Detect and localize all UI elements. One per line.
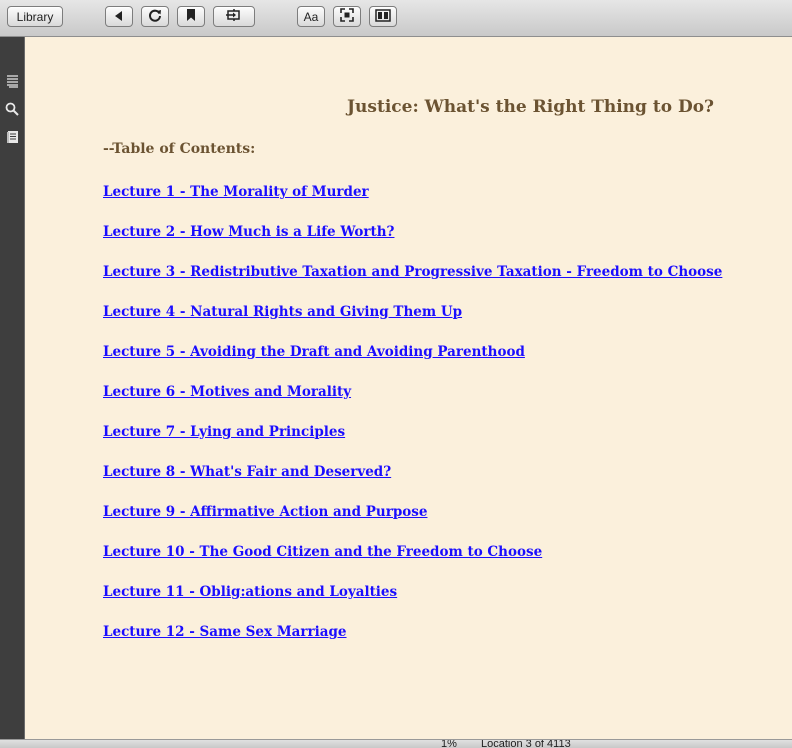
toc-link-lecture-12[interactable]: Lecture 12 - Same Sex Marriage bbox=[103, 624, 347, 640]
two-page-view-button[interactable] bbox=[369, 6, 397, 27]
toc-item: Lecture 7 - Lying and Principles bbox=[103, 422, 722, 462]
go-to-button[interactable] bbox=[213, 6, 255, 27]
toc-item: Lecture 2 - How Much is a Life Worth? bbox=[103, 222, 722, 262]
sidebar bbox=[0, 37, 24, 739]
toc-link-lecture-6[interactable]: Lecture 6 - Motives and Morality bbox=[103, 384, 351, 400]
toc-link-lecture-5[interactable]: Lecture 5 - Avoiding the Draft and Avoid… bbox=[103, 344, 525, 360]
fullscreen-button[interactable] bbox=[333, 6, 361, 27]
toc-list-icon[interactable] bbox=[4, 73, 20, 89]
toc-heading: --Table of Contents: bbox=[103, 141, 256, 157]
toc-item: Lecture 6 - Motives and Morality bbox=[103, 382, 722, 422]
toc-link-lecture-10[interactable]: Lecture 10 - The Good Citizen and the Fr… bbox=[103, 544, 542, 560]
toc-link-lecture-3[interactable]: Lecture 3 - Redistributive Taxation and … bbox=[103, 264, 722, 280]
toc-item: Lecture 9 - Affirmative Action and Purpo… bbox=[103, 502, 722, 542]
sync-button[interactable] bbox=[141, 6, 169, 27]
toc-item: Lecture 8 - What's Fair and Deserved? bbox=[103, 462, 722, 502]
toc-item: Lecture 1 - The Morality of Murder bbox=[103, 182, 722, 222]
bookmark-icon bbox=[185, 7, 197, 26]
book-page: Justice: What's the Right Thing to Do? -… bbox=[25, 37, 792, 739]
toc-link-lecture-2[interactable]: Lecture 2 - How Much is a Life Worth? bbox=[103, 224, 394, 240]
back-icon bbox=[113, 7, 125, 26]
bookmark-button[interactable] bbox=[177, 6, 205, 27]
toc-item: Lecture 10 - The Good Citizen and the Fr… bbox=[103, 542, 722, 582]
library-button[interactable]: Library bbox=[7, 6, 63, 27]
toc-item: Lecture 4 - Natural Rights and Giving Th… bbox=[103, 302, 722, 342]
book-title: Justice: What's the Right Thing to Do? bbox=[347, 97, 714, 117]
toc-link-lecture-7[interactable]: Lecture 7 - Lying and Principles bbox=[103, 424, 345, 440]
toc-link-lecture-1[interactable]: Lecture 1 - The Morality of Murder bbox=[103, 184, 369, 200]
toc-item: Lecture 11 - Oblig:ations and Loyalties bbox=[103, 582, 722, 622]
back-button[interactable] bbox=[105, 6, 133, 27]
toc-link-lecture-9[interactable]: Lecture 9 - Affirmative Action and Purpo… bbox=[103, 504, 427, 520]
font-settings-button[interactable]: Aa bbox=[297, 6, 325, 27]
sync-icon bbox=[148, 7, 162, 26]
search-icon[interactable] bbox=[4, 101, 20, 117]
toc-link-lecture-11[interactable]: Lecture 11 - Oblig:ations and Loyalties bbox=[103, 584, 397, 600]
toolbar: Library Aa bbox=[0, 0, 792, 37]
fullscreen-icon bbox=[340, 7, 354, 26]
toc-link-lecture-4[interactable]: Lecture 4 - Natural Rights and Giving Th… bbox=[103, 304, 462, 320]
toc-link-lecture-8[interactable]: Lecture 8 - What's Fair and Deserved? bbox=[103, 464, 391, 480]
toc-item: Lecture 12 - Same Sex Marriage bbox=[103, 622, 722, 662]
toc-item: Lecture 3 - Redistributive Taxation and … bbox=[103, 262, 722, 302]
two-page-view-icon bbox=[375, 7, 391, 26]
table-of-contents: Lecture 1 - The Morality of Murder Lectu… bbox=[103, 182, 722, 662]
notes-icon[interactable] bbox=[4, 129, 20, 145]
go-to-icon bbox=[225, 7, 243, 26]
toc-item: Lecture 5 - Avoiding the Draft and Avoid… bbox=[103, 342, 722, 382]
